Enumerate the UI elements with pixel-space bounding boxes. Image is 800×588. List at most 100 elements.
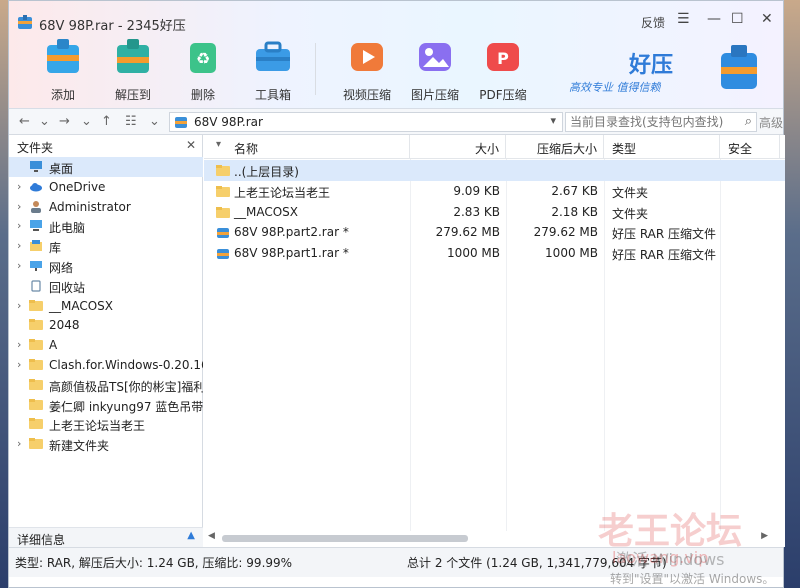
folder-icon: [29, 378, 43, 391]
tree-item-folder[interactable]: 2048: [9, 315, 203, 335]
back-dropdown-icon[interactable]: ⌄: [39, 114, 50, 129]
chevron-right-icon[interactable]: ›: [17, 219, 21, 232]
tree-item-network[interactable]: › 网络: [9, 256, 203, 276]
add-button[interactable]: 添加: [29, 37, 97, 102]
svg-text:♻: ♻: [196, 49, 210, 68]
col-size[interactable]: 大小: [410, 135, 506, 159]
delete-button[interactable]: ♻ 删除: [169, 37, 237, 102]
library-icon: [29, 239, 43, 252]
tree-item-label: 上老王论坛当老王: [49, 419, 146, 434]
recycle-icon: [29, 279, 43, 292]
image-compress-button[interactable]: 图片压缩: [401, 37, 469, 102]
view-mode-icon[interactable]: ☷: [125, 114, 137, 129]
col-type[interactable]: 类型: [604, 135, 720, 159]
pdf-compress-button[interactable]: P PDF压缩: [469, 37, 537, 102]
chevron-right-icon[interactable]: ›: [17, 200, 21, 213]
forward-dropdown-icon[interactable]: ⌄: [81, 114, 92, 129]
table-row[interactable]: 上老王论坛当老王 9.09 KB 2.67 KB 文件夹: [204, 181, 785, 202]
address-dropdown-icon[interactable]: ▾: [550, 114, 556, 127]
extract-to-button[interactable]: 解压到: [99, 37, 167, 102]
tree-item-cloud[interactable]: › OneDrive: [9, 177, 203, 197]
search-input[interactable]: [566, 113, 726, 131]
chevron-right-icon[interactable]: ›: [17, 259, 21, 272]
tree-item-folder[interactable]: 上老王论坛当老王: [9, 414, 203, 434]
address-bar[interactable]: 68V 98P.rar ▾: [169, 112, 563, 132]
view-dropdown-icon[interactable]: ⌄: [149, 114, 160, 129]
col-security[interactable]: 安全: [720, 135, 780, 159]
tree-item-folder[interactable]: › __MACOSX: [9, 296, 203, 316]
brand-name: 好压: [629, 53, 674, 78]
desktop-icon: [29, 160, 43, 173]
cell-packed-size: 2.18 KB: [551, 204, 598, 219]
file-list: ▾ 名称 大小 压缩后大小 类型 安全 ..(上层目录) 上老王论坛当老王 9.09 …: [204, 135, 785, 547]
folder-icon: [29, 299, 43, 312]
maximize-icon[interactable]: ☐: [731, 11, 744, 27]
tree-item-folder[interactable]: › Clash.for.Windows-0.20.16: [9, 355, 203, 375]
scroll-left-icon[interactable]: ◀: [208, 531, 215, 541]
chevron-right-icon[interactable]: ›: [17, 338, 21, 351]
details-panel-toggle[interactable]: 详细信息 ▲: [9, 527, 203, 547]
minimize-icon[interactable]: —: [707, 11, 721, 27]
chevron-right-icon[interactable]: ›: [17, 180, 21, 193]
brand-box-icon: [721, 45, 757, 89]
table-row[interactable]: ..(上层目录): [204, 160, 785, 181]
sort-down-icon: ▾: [216, 139, 222, 150]
tree-item-desktop[interactable]: 桌面: [9, 157, 203, 177]
rar-file-icon: [216, 247, 230, 260]
pc-icon: [29, 219, 43, 232]
delete-icon: ♻: [190, 43, 216, 73]
tree-item-library[interactable]: › 库: [9, 236, 203, 256]
up-icon[interactable]: ↑: [101, 114, 112, 129]
tree-item-pc[interactable]: › 此电脑: [9, 216, 203, 236]
cell-type: 好压 RAR 压缩文件: [612, 227, 717, 242]
chevron-right-icon[interactable]: ›: [17, 239, 21, 252]
col-packed-size[interactable]: 压缩后大小: [506, 135, 604, 159]
video-compress-button[interactable]: 视频压缩: [333, 37, 401, 102]
search-box: ⌕: [565, 112, 757, 132]
close-icon[interactable]: ✕: [761, 11, 773, 27]
scrollbar-thumb[interactable]: [222, 535, 468, 542]
table-row[interactable]: 68V 98P.part1.rar * 1000 MB 1000 MB 好压 RAR …: [204, 243, 785, 264]
tree-item-label: A: [49, 338, 58, 353]
folder-icon: [29, 358, 43, 371]
tree-item-folder[interactable]: 高颜值极品TS[你的彬宝]福利: [9, 375, 203, 395]
pdf-compress-icon: P: [487, 43, 519, 71]
add-icon: [47, 39, 79, 73]
tree-item-recycle[interactable]: 回收站: [9, 276, 203, 296]
search-icon[interactable]: ⌕: [745, 114, 752, 129]
table-row[interactable]: __MACOSX 2.83 KB 2.18 KB 文件夹: [204, 202, 785, 223]
tree-item-folder[interactable]: 姜仁卿 inkyung97 蓝色吊带: [9, 395, 203, 415]
forward-icon[interactable]: →: [59, 114, 70, 129]
folder-pane: 文件夹 ✕ 桌面 › OneDrive › Administrator › 此电脑 › 库 › 网络…: [9, 135, 203, 547]
cell-type: 文件夹: [612, 206, 649, 221]
toolbox-button[interactable]: 工具箱: [239, 37, 307, 102]
tree-item-folder[interactable]: › A: [9, 335, 203, 355]
network-icon: [29, 259, 43, 272]
tree-item-folder[interactable]: › 新建文件夹: [9, 434, 203, 454]
cell-packed-size: 1000 MB: [545, 246, 598, 261]
haozip-window: 68V 98P.rar - 2345好压 反馈 ☰ — ☐ ✕ 添加 解压到 ♻…: [8, 0, 785, 588]
extract-icon: [117, 39, 149, 73]
details-label: 详细信息: [17, 533, 66, 547]
cell-size: 1000 MB: [447, 246, 500, 261]
chevron-right-icon[interactable]: ›: [17, 437, 21, 450]
back-icon[interactable]: ←: [19, 114, 30, 129]
chevron-right-icon[interactable]: ›: [17, 299, 21, 312]
scroll-right-icon[interactable]: ▶: [761, 531, 768, 541]
rar-archive-icon: [175, 117, 187, 128]
cell-name: 上老王论坛当老王: [234, 185, 331, 200]
brand-slogan: 高效专业 值得信赖: [569, 81, 661, 94]
col-name[interactable]: ▾ 名称: [204, 135, 410, 159]
cell-name: ..(上层目录): [234, 165, 299, 179]
tree-item-user[interactable]: › Administrator: [9, 197, 203, 217]
tree-item-label: OneDrive: [49, 179, 106, 194]
menu-icon[interactable]: ☰: [677, 11, 690, 27]
chevron-right-icon[interactable]: ›: [17, 358, 21, 371]
advanced-search-link[interactable]: 高级: [759, 114, 783, 131]
feedback-link[interactable]: 反馈: [641, 14, 665, 31]
cell-type: 文件夹: [612, 185, 649, 200]
table-row[interactable]: 68V 98P.part2.rar * 279.62 MB 279.62 MB 好压 …: [204, 222, 785, 243]
cell-size: 279.62 MB: [435, 225, 500, 240]
close-pane-icon[interactable]: ✕: [186, 138, 196, 152]
window-title: 68V 98P.rar - 2345好压: [39, 19, 186, 34]
